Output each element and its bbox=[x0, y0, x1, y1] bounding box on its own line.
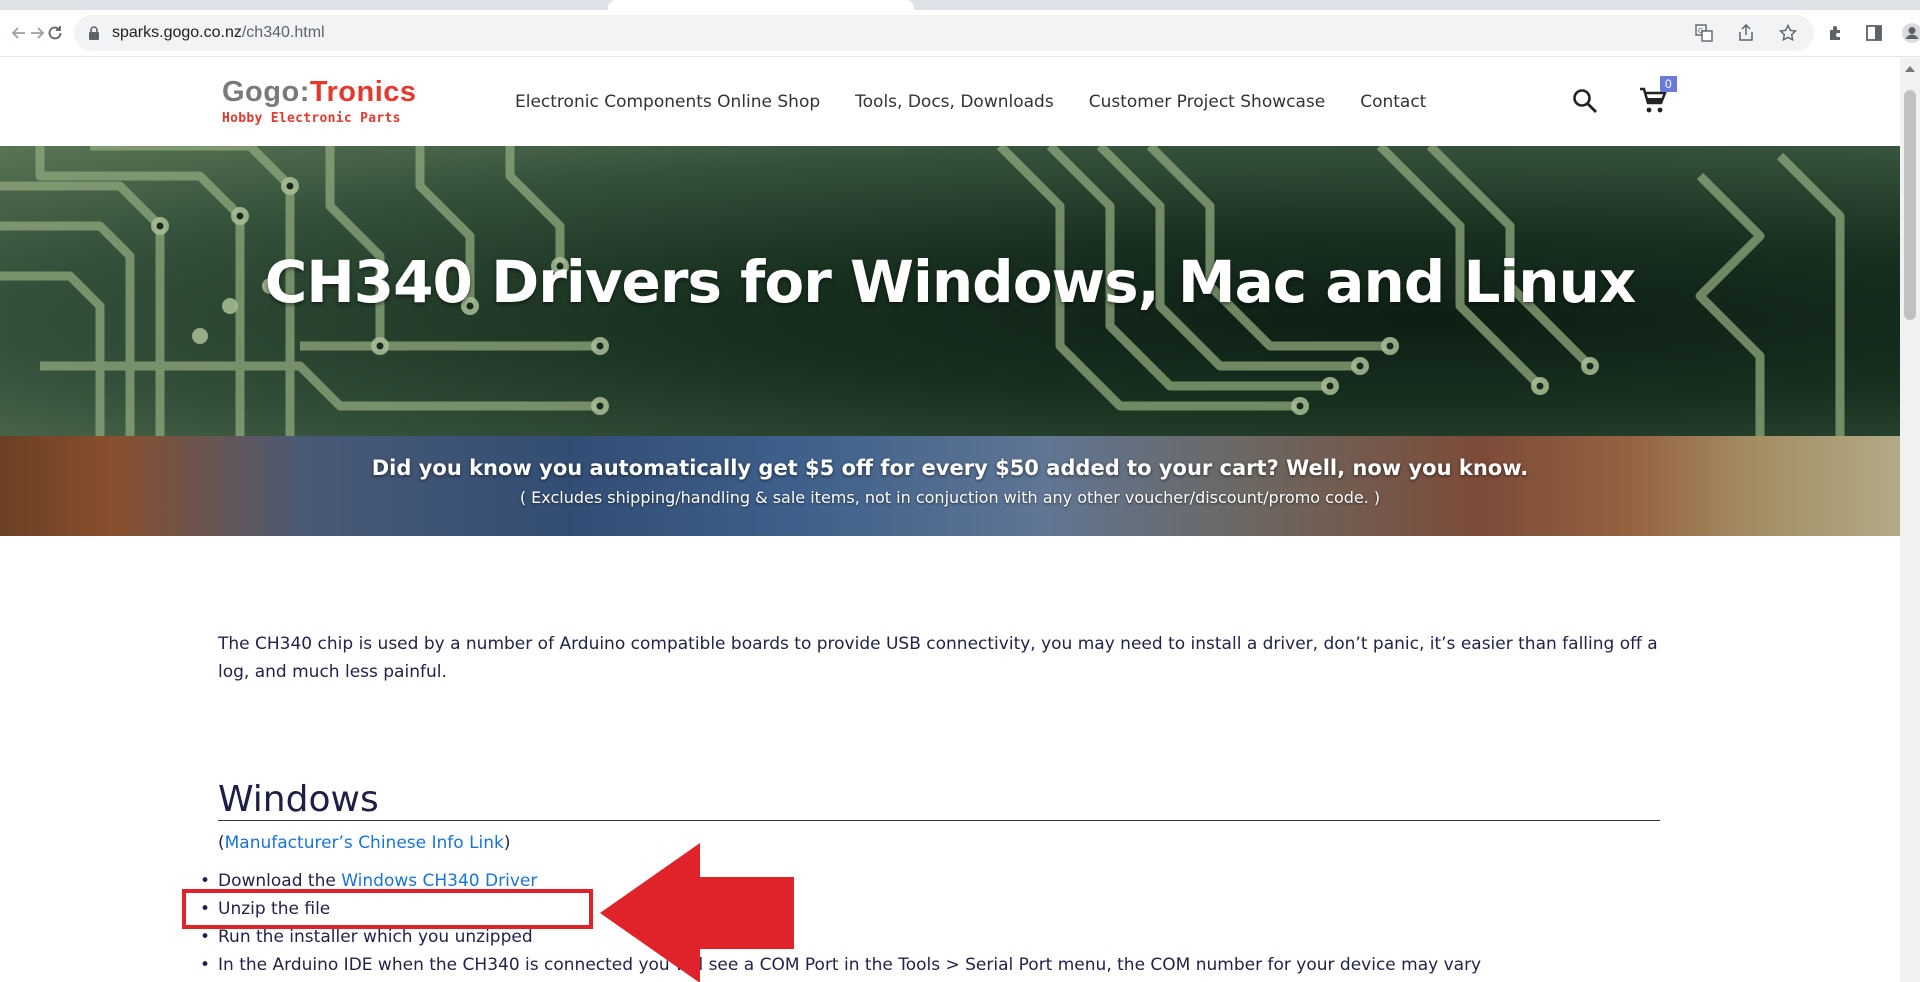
cart-count-badge: 0 bbox=[1660, 76, 1677, 92]
share-icon[interactable] bbox=[1732, 19, 1760, 47]
site-logo[interactable]: Gogo:Tronics Hobby Electronic Parts bbox=[222, 76, 417, 126]
red-arrow-annotation bbox=[600, 843, 794, 982]
browser-toolbar: sparks.gogo.co.nz/ch340.html G bbox=[0, 10, 1920, 57]
active-tab[interactable] bbox=[608, 0, 914, 10]
page-scrollbar[interactable] bbox=[1900, 58, 1920, 982]
scroll-up-arrow-icon[interactable] bbox=[1905, 66, 1915, 72]
manufacturer-link-line: (Manufacturer’s Chinese Info Link) bbox=[218, 833, 511, 853]
promo-headline: Did you know you automatically get $5 of… bbox=[371, 456, 1529, 480]
main-content: The CH340 chip is used by a number of Ar… bbox=[182, 536, 1660, 982]
windows-heading: Windows bbox=[218, 780, 1660, 821]
side-panel-icon[interactable] bbox=[1860, 19, 1888, 47]
page-title: CH340 Drivers for Windows, Mac and Linux bbox=[264, 248, 1637, 316]
search-icon[interactable] bbox=[1572, 88, 1598, 118]
profile-avatar-icon[interactable] bbox=[1898, 19, 1920, 47]
nav-contact[interactable]: Contact bbox=[1360, 92, 1426, 112]
forward-icon[interactable] bbox=[28, 16, 46, 50]
address-bar[interactable]: sparks.gogo.co.nz/ch340.html G bbox=[74, 15, 1814, 51]
nav-tools-docs[interactable]: Tools, Docs, Downloads bbox=[855, 92, 1054, 112]
lock-icon[interactable] bbox=[86, 25, 102, 41]
back-icon[interactable] bbox=[10, 16, 28, 50]
tab-strip bbox=[0, 0, 1920, 10]
reload-icon[interactable] bbox=[46, 16, 64, 50]
url-text[interactable]: sparks.gogo.co.nz/ch340.html bbox=[112, 24, 325, 42]
page-viewport: Gogo:Tronics Hobby Electronic Parts Elec… bbox=[0, 58, 1920, 982]
nav-showcase[interactable]: Customer Project Showcase bbox=[1089, 92, 1326, 112]
extensions-icon[interactable] bbox=[1822, 19, 1850, 47]
main-nav: Electronic Components Online Shop Tools,… bbox=[515, 92, 1461, 112]
bookmark-star-icon[interactable] bbox=[1774, 19, 1802, 47]
list-item: In the Arduino IDE when the CH340 is con… bbox=[200, 951, 1660, 979]
intro-paragraph: The CH340 chip is used by a number of Ar… bbox=[218, 634, 1658, 682]
site-header: Gogo:Tronics Hobby Electronic Parts Elec… bbox=[0, 58, 1920, 146]
nav-shop[interactable]: Electronic Components Online Shop bbox=[515, 92, 820, 112]
promo-subline: ( Excludes shipping/handling & sale item… bbox=[519, 488, 1381, 507]
scrollbar-thumb[interactable] bbox=[1904, 90, 1916, 320]
windows-driver-download-link[interactable]: Windows CH340 Driver bbox=[341, 871, 537, 891]
hero-banner: CH340 Drivers for Windows, Mac and Linux bbox=[0, 146, 1900, 436]
manufacturer-info-link[interactable]: Manufacturer’s Chinese Info Link bbox=[225, 833, 504, 853]
translate-icon[interactable]: G bbox=[1690, 19, 1718, 47]
promo-banner: Did you know you automatically get $5 of… bbox=[0, 436, 1900, 536]
svg-text:G: G bbox=[1698, 27, 1703, 35]
highlight-box bbox=[182, 889, 593, 929]
